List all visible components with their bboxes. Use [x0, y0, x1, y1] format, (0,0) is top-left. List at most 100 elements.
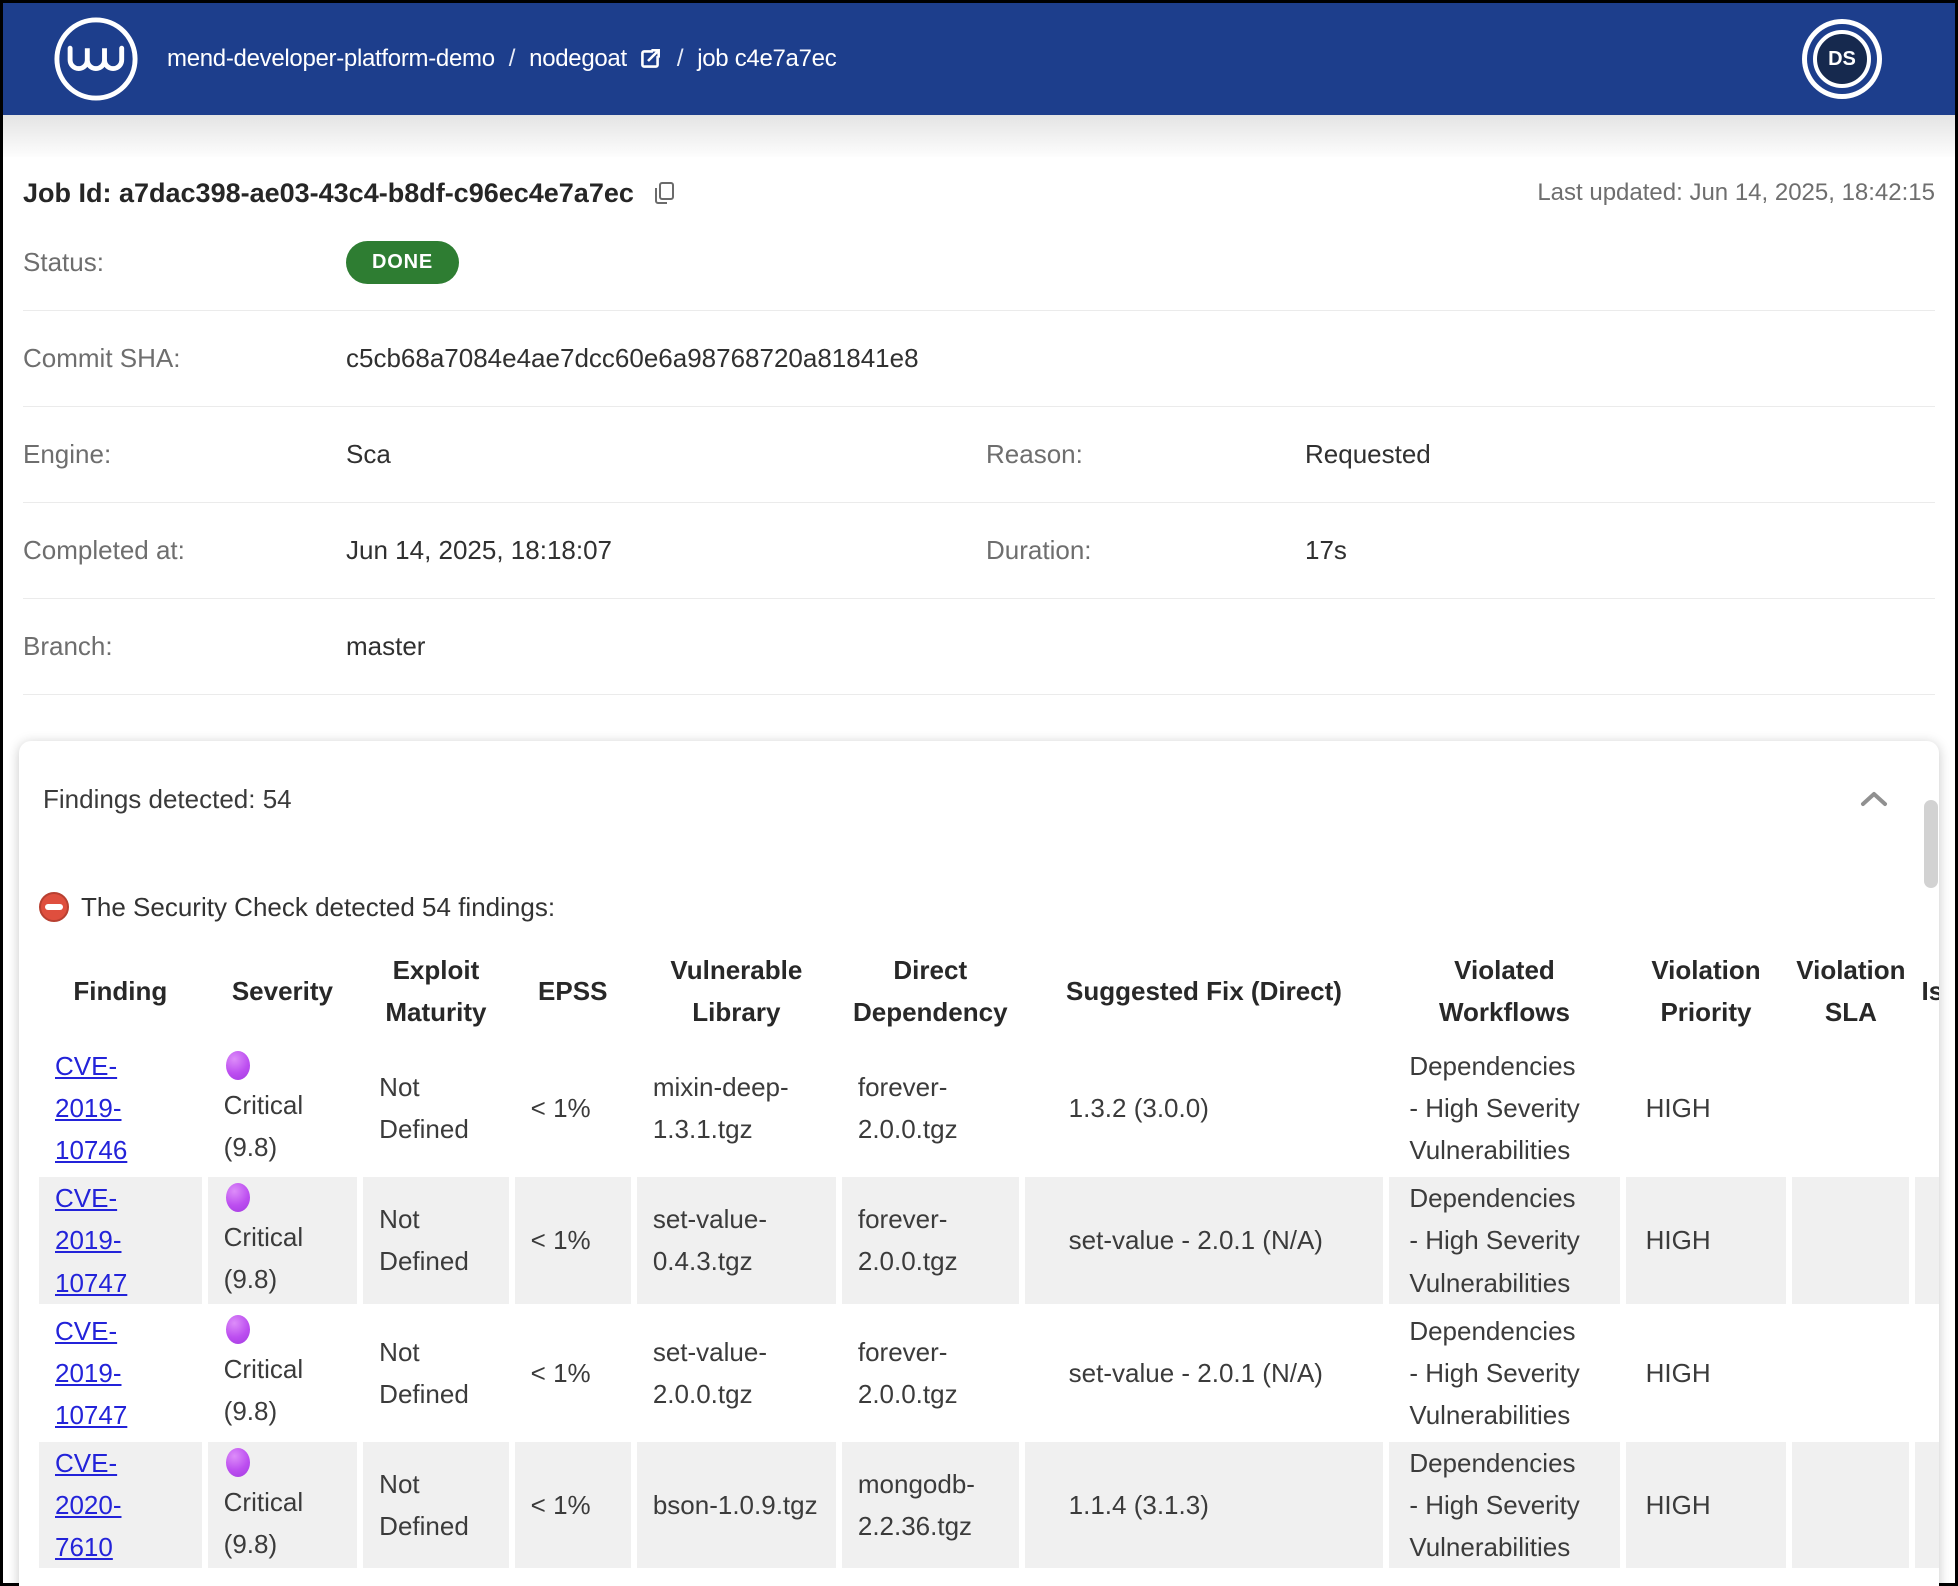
violation-sla-cell — [1792, 1442, 1909, 1568]
column-header-severity: Severity — [208, 943, 358, 1039]
duration-label: Duration: — [986, 535, 1305, 566]
completed-at-label: Completed at: — [23, 535, 346, 566]
violation-sla-cell — [1792, 1045, 1909, 1171]
last-updated-text: Last updated: Jun 14, 2025, 18:42:15 — [1537, 179, 1935, 207]
finding-link[interactable]: CVE-2019-10747 — [55, 1177, 131, 1303]
epss-cell: < 1% — [515, 1442, 631, 1568]
table-row: CVE-2019-10746 Critical (9.8) Not Defined<… — [39, 1045, 1939, 1171]
engine-reason-row: Engine: Sca Reason: Requested — [23, 407, 1935, 503]
direct-dependency-cell: forever-2.0.0.tgz — [842, 1045, 1019, 1171]
severity-critical-icon — [226, 1183, 250, 1212]
column-header-exploit_maturity: Exploit Maturity — [363, 943, 508, 1039]
breadcrumb-separator: / — [677, 45, 683, 73]
violation-priority-cell: HIGH — [1626, 1045, 1787, 1171]
severity-cell: Critical (9.8) — [208, 1442, 358, 1568]
violated-workflows-cell: Dependencies - High Severity Vulnerabili… — [1389, 1442, 1619, 1568]
suggested-fix-cell: 1.3.2 (3.0.0) — [1025, 1045, 1384, 1171]
issue-cell: # — [1915, 1442, 1939, 1568]
commit-sha-row: Commit SHA: c5cb68a7084e4ae7dcc60e6a9876… — [23, 311, 1935, 407]
mend-logo-icon[interactable] — [53, 16, 139, 102]
breadcrumb-repo-label: nodegoat — [529, 45, 627, 73]
direct-dependency-cell: forever-2.0.0.tgz — [842, 1310, 1019, 1436]
severity-critical-icon — [226, 1051, 250, 1080]
column-header-direct_dependency: Direct Dependency — [842, 943, 1019, 1039]
reason-label: Reason: — [986, 439, 1305, 470]
column-header-vulnerable_library: Vulnerable Library — [637, 943, 836, 1039]
vulnerable-library-cell: set-value-2.0.0.tgz — [637, 1310, 836, 1436]
commit-sha-value: c5cb68a7084e4ae7dcc60e6a98768720a81841e8 — [346, 343, 986, 374]
finding-link[interactable]: CVE-2020-7610 — [55, 1442, 131, 1568]
table-row: CVE-2019-10747Critical (9.8)Not Defined<… — [39, 1310, 1939, 1436]
breadcrumb: mend-developer-platform-demo / nodegoat … — [167, 45, 836, 73]
severity-label: Critical (9.8) — [224, 1090, 303, 1162]
branch-value: master — [346, 631, 986, 662]
violation-priority-cell: HIGH — [1626, 1310, 1787, 1436]
status-label: Status: — [23, 247, 346, 278]
engine-label: Engine: — [23, 439, 346, 470]
top-navbar: mend-developer-platform-demo / nodegoat … — [3, 3, 1955, 115]
violation-priority-cell: HIGH — [1626, 1177, 1787, 1303]
epss-cell: < 1% — [515, 1045, 631, 1171]
issue-cell: # — [1915, 1310, 1939, 1436]
copy-icon[interactable] — [650, 179, 678, 207]
duration-value: 17s — [1305, 535, 1935, 566]
table-row: CVE-2020-7610 Critical (9.8) Not Defined< … — [39, 1442, 1939, 1568]
reason-value: Requested — [1305, 439, 1935, 470]
severity-critical-icon — [226, 1315, 250, 1344]
direct-dependency-cell: forever-2.0.0.tgz — [842, 1177, 1019, 1303]
severity-label: Critical (9.8) — [224, 1222, 303, 1294]
branch-row: Branch: master — [23, 599, 1935, 695]
vulnerable-library-cell: bson-1.0.9.tgz — [637, 1442, 836, 1568]
vulnerable-library-cell: mixin-deep-1.3.1.tgz — [637, 1045, 836, 1171]
exploit-maturity-cell: Not Defined — [363, 1442, 508, 1568]
completed-duration-row: Completed at: Jun 14, 2025, 18:18:07 Dur… — [23, 503, 1935, 599]
violated-workflows-cell: Dependencies - High Severity Vulnerabili… — [1389, 1310, 1619, 1436]
epss-cell: < 1% — [515, 1177, 631, 1303]
column-header-epss: EPSS — [515, 943, 631, 1039]
violated-workflows-cell: Dependencies - High Severity Vulnerabili… — [1389, 1045, 1619, 1171]
breadcrumb-project-link[interactable]: mend-developer-platform-demo — [167, 45, 495, 73]
exploit-maturity-cell: Not Defined — [363, 1310, 508, 1436]
chevron-up-icon[interactable] — [1859, 789, 1889, 809]
column-header-suggested_fix: Suggested Fix (Direct) — [1025, 943, 1384, 1039]
column-header-violated_workflows: Violated Workflows — [1389, 943, 1619, 1039]
column-header-issue: Iss — [1915, 943, 1939, 1039]
commit-sha-label: Commit SHA: — [23, 343, 346, 374]
severity-cell: Critical (9.8) — [208, 1045, 358, 1171]
breadcrumb-separator: / — [509, 45, 515, 73]
severity-critical-icon — [226, 1448, 250, 1477]
column-header-finding: Finding — [39, 943, 202, 1039]
violation-sla-cell — [1792, 1177, 1909, 1303]
user-avatar[interactable]: DS — [1813, 30, 1871, 88]
violation-sla-cell — [1792, 1310, 1909, 1436]
vulnerable-library-cell: set-value-0.4.3.tgz — [637, 1177, 836, 1303]
no-entry-icon — [39, 892, 69, 922]
findings-header: Findings detected: 54 — [43, 784, 292, 815]
violation-priority-cell: HIGH — [1626, 1442, 1787, 1568]
severity-label: Critical (9.8) — [224, 1487, 303, 1559]
findings-table-wrap: FindingSeverityExploit MaturityEPSSVulne… — [19, 937, 1939, 1574]
suggested-fix-cell: 1.1.4 (3.1.3) — [1025, 1442, 1384, 1568]
finding-link[interactable]: CVE-2019-10746 — [55, 1045, 131, 1171]
findings-table: FindingSeverityExploit MaturityEPSSVulne… — [33, 937, 1939, 1574]
exploit-maturity-cell: Not Defined — [363, 1045, 508, 1171]
completed-at-value: Jun 14, 2025, 18:18:07 — [346, 535, 986, 566]
violated-workflows-cell: Dependencies - High Severity Vulnerabili… — [1389, 1177, 1619, 1303]
column-header-violation_sla: Violation SLA — [1792, 943, 1909, 1039]
suggested-fix-cell: set-value - 2.0.1 (N/A) — [1025, 1310, 1384, 1436]
breadcrumb-repo-link[interactable]: nodegoat — [529, 45, 663, 73]
table-row: CVE-2019-10747Critical (9.8)Not Defined<… — [39, 1177, 1939, 1303]
status-row: Status: DONE — [23, 215, 1935, 311]
branch-label: Branch: — [23, 631, 346, 662]
suggested-fix-cell: set-value - 2.0.1 (N/A) — [1025, 1177, 1384, 1303]
severity-cell: Critical (9.8) — [208, 1177, 358, 1303]
direct-dependency-cell: mongodb-2.2.36.tgz — [842, 1442, 1019, 1568]
finding-link[interactable]: CVE-2019-10747 — [55, 1310, 131, 1436]
severity-label: Critical (9.8) — [224, 1354, 303, 1426]
status-badge: DONE — [346, 241, 459, 284]
column-header-violation_priority: Violation Priority — [1626, 943, 1787, 1039]
external-link-icon[interactable] — [637, 46, 663, 72]
card-vertical-scrollbar-thumb[interactable] — [1924, 800, 1938, 888]
engine-value: Sca — [346, 439, 986, 470]
finding-cell: CVE-2019-10747 — [39, 1177, 202, 1303]
